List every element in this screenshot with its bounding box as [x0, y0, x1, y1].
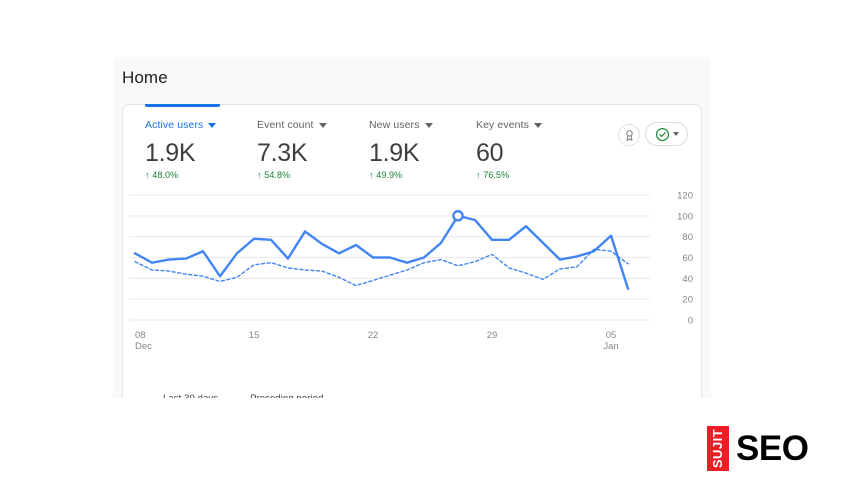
x-axis-tick-sublabel: Dec — [135, 341, 152, 352]
data-quality-status-button[interactable] — [645, 122, 688, 146]
trend-up-icon: ↑ — [476, 170, 481, 180]
metrics-row: Active users 1.9K ↑ 48.0% Event count 7.… — [123, 118, 701, 186]
metric-selector-new-users[interactable]: New users — [369, 118, 433, 132]
logo-badge-text: SUJIT — [710, 428, 726, 469]
trend-up-icon: ↑ — [369, 170, 374, 180]
legend-label: Preceding period — [250, 393, 323, 398]
legend-item-current[interactable]: Last 30 days — [145, 393, 218, 398]
metric-key-events[interactable]: Key events 60 ↑ 76.5% — [476, 118, 542, 180]
panel-header: Home — [113, 57, 711, 100]
chart-series-layer — [133, 210, 630, 290]
active-tab-indicator — [145, 104, 220, 107]
metric-new-users[interactable]: New users 1.9K ↑ 49.9% — [369, 118, 433, 180]
y-axis-tick-label: 20 — [682, 295, 693, 306]
metric-selector-event-count[interactable]: Event count — [257, 118, 327, 132]
trend-chart-svg: 0 20 40 60 80 100 120 08Dec 15 22 29 05Jan — [129, 191, 693, 352]
legend-label: Last 30 days — [163, 393, 218, 398]
page-title: Home — [122, 68, 168, 87]
y-axis-tick-label: 80 — [682, 232, 693, 243]
metric-delta: ↑ 48.0% — [145, 170, 216, 180]
metric-selector-active-users[interactable]: Active users — [145, 118, 217, 132]
check-circle-icon — [655, 127, 669, 141]
trend-up-icon: ↑ — [145, 170, 150, 180]
metric-delta: ↑ 76.5% — [476, 170, 542, 180]
x-axis-tick-label: 22 — [368, 330, 379, 341]
trend-chart[interactable]: 0 20 40 60 80 100 120 08 Dec 15 22 29 05 Jan — [123, 187, 703, 377]
metric-delta: ↑ 54.8% — [257, 170, 327, 180]
x-axis-tick-label: 15 — [249, 330, 260, 341]
metric-delta: ↑ 49.9% — [369, 170, 433, 180]
chevron-down-icon[interactable] — [533, 122, 542, 128]
chevron-down-icon[interactable] — [318, 122, 327, 128]
metric-value: 1.9K — [145, 139, 196, 167]
logo-badge: SUJIT — [707, 426, 729, 471]
metric-value: 1.9K — [369, 139, 420, 167]
analytics-home-panel: Home Active users 1.9K ↑ 48.0% Event cou… — [113, 57, 711, 398]
logo-word: SEO — [736, 429, 809, 468]
legend-swatch-dashed-icon — [232, 397, 246, 398]
chart-y-axis-labels: 0 20 40 60 80 100 120 — [677, 191, 693, 327]
metric-label: New users — [369, 119, 420, 131]
x-axis-tick-label: 08 — [135, 330, 146, 341]
metric-selector-key-events[interactable]: Key events — [476, 118, 542, 132]
chart-highlight-point[interactable] — [452, 210, 464, 222]
chevron-down-icon[interactable] — [208, 122, 217, 128]
insights-badge-icon[interactable] — [618, 124, 640, 146]
metric-delta-value: 76.5% — [483, 170, 510, 180]
chart-x-axis-labels: 08Dec 15 22 29 05Jan — [135, 330, 619, 352]
metric-value: 7.3K — [257, 139, 308, 167]
metric-label: Event count — [257, 119, 314, 131]
reports-snapshot-card: Active users 1.9K ↑ 48.0% Event count 7.… — [122, 104, 702, 398]
x-axis-tick-sublabel: Jan — [603, 341, 618, 352]
metric-delta-value: 49.9% — [376, 170, 403, 180]
chevron-down-icon[interactable] — [424, 122, 433, 128]
y-axis-tick-label: 60 — [682, 253, 693, 264]
x-axis-tick-label: 05 — [606, 330, 617, 341]
chevron-down-icon[interactable] — [672, 132, 679, 136]
metric-event-count[interactable]: Event count 7.3K ↑ 54.8% — [257, 118, 327, 180]
trend-up-icon: ↑ — [257, 170, 262, 180]
metric-delta-value: 54.8% — [264, 170, 291, 180]
y-axis-tick-label: 100 — [677, 211, 693, 222]
watermark-logo: SUJIT SEO — [707, 426, 809, 471]
legend-swatch-solid-icon — [145, 397, 158, 398]
metric-label: Active users — [145, 119, 204, 131]
chart-legend: Last 30 days Preceding period — [145, 393, 324, 398]
metric-label: Key events — [476, 119, 529, 131]
y-axis-tick-label: 0 — [688, 316, 693, 327]
x-axis-tick-label: 29 — [487, 330, 498, 341]
metric-delta-value: 48.0% — [152, 170, 179, 180]
metric-active-users[interactable]: Active users 1.9K ↑ 48.0% — [145, 118, 217, 180]
y-axis-tick-label: 40 — [682, 274, 693, 285]
y-axis-tick-label: 120 — [677, 191, 693, 202]
metric-value: 60 — [476, 139, 504, 167]
legend-item-preceding[interactable]: Preceding period — [232, 393, 323, 398]
